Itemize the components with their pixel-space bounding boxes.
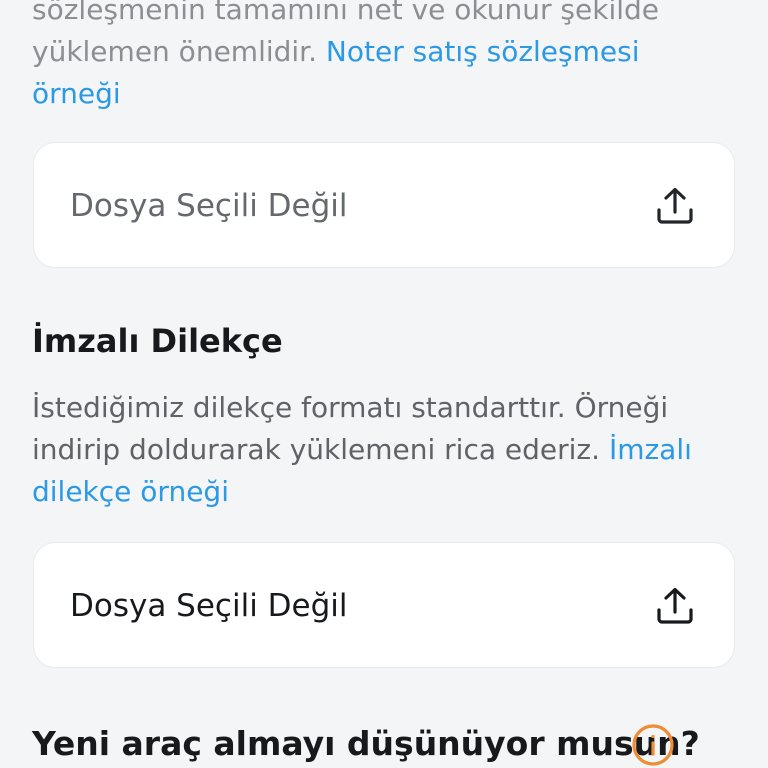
petition-upload-field[interactable]: Dosya Seçili Değil: [33, 542, 735, 668]
petition-upload-status: Dosya Seçili Değil: [70, 588, 348, 624]
contract-upload-status: Dosya Seçili Değil: [70, 188, 348, 224]
contract-description-line1: sözleşmenin tamamını net ve okunur şekil…: [32, 0, 660, 26]
upload-icon[interactable]: [654, 585, 696, 627]
upload-documents-page: sözleşmenin tamamını net ve okunur şekil…: [0, 0, 768, 768]
petition-example-link-text-1: İmzalı: [608, 433, 692, 466]
contract-description-line2: yüklemen önemlidir.: [32, 35, 326, 68]
petition-description-line2: indirip doldurarak yüklemeni rica ederiz…: [32, 433, 609, 466]
upload-icon[interactable]: [654, 185, 696, 227]
info-icon[interactable]: [631, 723, 675, 767]
petition-section-title: İmzalı Dilekçe: [32, 322, 283, 360]
contract-example-link-text-1: Noter satış sözleşmesi: [325, 35, 640, 68]
contract-example-link-text-2: örneği: [32, 77, 121, 110]
contract-upload-field[interactable]: Dosya Seçili Değil: [33, 142, 735, 268]
petition-description: İstediğimiz dilekçe formatı standarttır.…: [32, 387, 712, 513]
new-car-question: Yeni araç almayı düşünüyor musun?: [32, 724, 700, 763]
contract-description: sözleşmenin tamamını net ve okunur şekil…: [32, 0, 712, 115]
petition-example-link-text-2: dilekçe örneği: [32, 475, 229, 508]
petition-description-line1: İstediğimiz dilekçe formatı standarttır.…: [32, 391, 669, 424]
